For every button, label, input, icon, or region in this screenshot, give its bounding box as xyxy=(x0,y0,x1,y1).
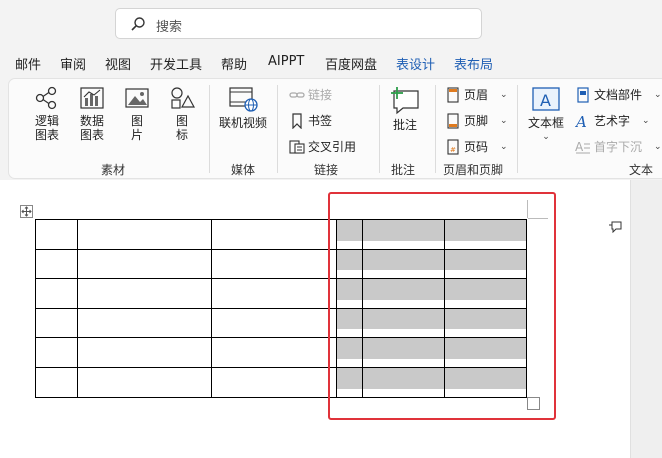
footer-label: 页脚 xyxy=(464,114,489,128)
group-separator xyxy=(277,85,278,173)
tab-review[interactable]: 审阅 xyxy=(60,54,86,73)
page-number-label: 页码 xyxy=(464,140,489,154)
new-comment-label: 批注 xyxy=(392,118,417,132)
group-separator xyxy=(379,85,380,173)
data-chart-label: 数据 图表 xyxy=(79,114,104,142)
picture-label: 图 片 xyxy=(130,114,143,142)
group-label-media: 媒体 xyxy=(231,163,256,177)
text-box-icon: A xyxy=(532,87,560,111)
tab-table-design[interactable]: 表设计 xyxy=(396,54,435,73)
link-icon xyxy=(289,92,305,98)
table-cell[interactable] xyxy=(35,307,78,339)
search-placeholder: 搜索 xyxy=(156,20,183,35)
table-cell[interactable] xyxy=(35,248,78,280)
table-cell[interactable] xyxy=(77,307,212,339)
new-comment-button[interactable]: 批注 xyxy=(387,85,423,132)
tab-developer[interactable]: 开发工具 xyxy=(150,54,202,73)
cross-reference-label: 交叉引用 xyxy=(308,140,357,154)
table-cell[interactable] xyxy=(35,366,78,398)
tab-table-layout[interactable]: 表布局 xyxy=(454,54,493,73)
group-separator xyxy=(435,85,436,173)
chevron-down-icon: ⌄ xyxy=(654,90,662,100)
table-move-handle[interactable] xyxy=(20,205,33,218)
header-label: 页眉 xyxy=(464,88,489,102)
table-cell[interactable] xyxy=(35,337,78,368)
tab-baidu-netdisk[interactable]: 百度网盘 xyxy=(325,54,377,73)
table-cell[interactable] xyxy=(77,337,212,368)
picture-icon xyxy=(125,88,149,108)
group-label-links: 链接 xyxy=(314,163,339,177)
table-cell[interactable] xyxy=(77,278,212,309)
logic-chart-button[interactable]: 逻辑 图表 xyxy=(29,85,65,142)
tab-aippt[interactable]: AIPPT xyxy=(268,54,304,69)
table-cell[interactable] xyxy=(211,337,337,368)
header-icon xyxy=(447,87,459,103)
drop-cap-icon: A xyxy=(575,140,590,154)
picture-button[interactable]: 图 片 xyxy=(119,85,155,142)
group-label-text: 文本 xyxy=(629,163,654,177)
quick-parts-label: 文档部件 xyxy=(594,88,643,102)
icon-label: 图 标 xyxy=(175,114,188,142)
bookmark-icon xyxy=(292,113,302,129)
text-box-label: 文本框 xyxy=(527,116,564,130)
table-cell[interactable] xyxy=(211,219,337,250)
online-video-icon xyxy=(229,87,258,112)
group-label-header-footer: 页眉和页脚 xyxy=(443,163,504,177)
online-video-label: 联机视频 xyxy=(218,116,267,130)
group-label-comments: 批注 xyxy=(391,163,416,177)
page-number-icon: # xyxy=(447,139,459,155)
table-cell[interactable] xyxy=(211,278,337,309)
cross-reference-icon xyxy=(289,140,305,154)
group-separator xyxy=(517,85,518,173)
group-separator xyxy=(209,85,210,173)
table-cell[interactable] xyxy=(35,219,78,250)
search-icon xyxy=(131,17,145,31)
word-art-icon: A xyxy=(575,113,587,129)
ribbon-tabs: 邮件 审阅 视图 开发工具 帮助 AIPPT 百度网盘 表设计 表布局 xyxy=(0,50,662,76)
table-cell[interactable] xyxy=(77,219,212,250)
logic-chart-label: 逻辑 图表 xyxy=(34,114,59,142)
drop-cap-label: 首字下沉 xyxy=(594,140,643,154)
word-art-label: 艺术字 xyxy=(594,114,631,128)
vertical-scrollbar[interactable] xyxy=(630,180,662,458)
comment-indicator-icon[interactable] xyxy=(608,219,622,233)
data-chart-button[interactable]: 数据 图表 xyxy=(74,85,110,142)
tab-help[interactable]: 帮助 xyxy=(221,54,247,73)
footer-icon xyxy=(447,113,459,129)
selection-highlight-box xyxy=(328,192,556,420)
table-cell[interactable] xyxy=(77,366,212,398)
svg-text:A: A xyxy=(540,91,551,110)
data-chart-icon xyxy=(80,87,104,109)
chevron-down-icon: ⌄ xyxy=(500,142,508,152)
svg-text:A: A xyxy=(575,140,584,154)
icon-button[interactable]: 图 标 xyxy=(164,85,200,142)
link-label: 链接 xyxy=(308,88,333,102)
bookmark-label: 书签 xyxy=(308,114,333,128)
svg-text:#: # xyxy=(450,146,456,154)
chevron-down-icon: ⌄ xyxy=(542,132,550,142)
logic-chart-icon xyxy=(35,86,57,110)
table-cell[interactable] xyxy=(35,278,78,309)
svg-text:A: A xyxy=(575,113,587,129)
move-icon xyxy=(21,206,32,217)
group-label-materials: 素材 xyxy=(101,163,126,177)
table-cell[interactable] xyxy=(211,307,337,339)
search-box[interactable]: 搜索 xyxy=(115,8,482,39)
table-cell[interactable] xyxy=(211,248,337,280)
chevron-down-icon: ⌄ xyxy=(642,116,650,126)
table-cell[interactable] xyxy=(77,248,212,280)
tab-mailings[interactable]: 邮件 xyxy=(15,54,41,73)
quick-parts-icon xyxy=(577,87,589,103)
chevron-down-icon: ⌄ xyxy=(500,116,508,126)
text-box-button[interactable]: A 文本框 ⌄ xyxy=(524,85,568,144)
online-video-button[interactable]: 联机视频 xyxy=(217,85,269,130)
chevron-down-icon: ⌄ xyxy=(654,142,662,152)
new-comment-icon xyxy=(391,87,419,115)
tab-view[interactable]: 视图 xyxy=(105,54,131,73)
title-bar: 搜索 xyxy=(0,0,662,46)
ribbon-panel: 逻辑 图表 数据 图表 图 片 图 标 素材 联机视频 媒体 链接 书签 交叉引… xyxy=(8,78,662,179)
table-cell[interactable] xyxy=(211,366,337,398)
chevron-down-icon: ⌄ xyxy=(500,90,508,100)
shapes-icon xyxy=(171,87,195,109)
